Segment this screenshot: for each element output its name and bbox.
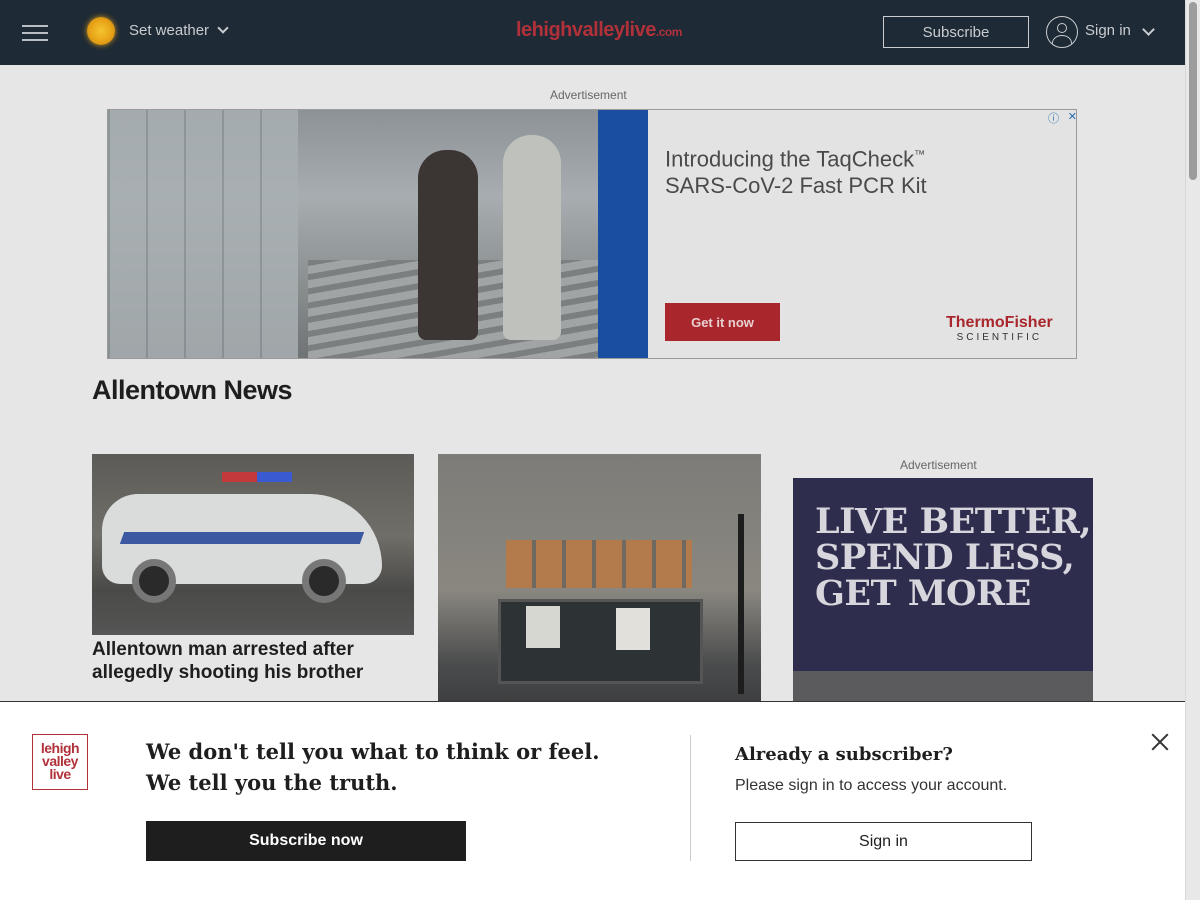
scrollbar-thumb[interactable] — [1189, 2, 1197, 180]
overlay-divider — [690, 735, 691, 861]
chevron-down-icon — [217, 22, 229, 34]
scrollbar[interactable] — [1185, 0, 1200, 900]
subscribe-button[interactable]: Subscribe — [883, 16, 1029, 48]
overlay-headline: We don't tell you what to think or feel.… — [146, 739, 600, 795]
ad-photo — [108, 110, 648, 358]
section-title: Allentown News — [92, 375, 293, 405]
already-subscriber-heading: Already a subscriber? — [735, 744, 953, 765]
logo-suffix: .com — [655, 25, 683, 39]
ad-headline: Introducing the TaqCheck™ SARS-CoV-2 Fas… — [665, 146, 927, 199]
logo-main: lehighvalleylive — [516, 19, 656, 41]
advertisement-label: Advertisement — [900, 458, 977, 472]
subscribe-overlay: lehigh valley live We don't tell you wha… — [0, 701, 1185, 900]
side-ad[interactable]: LIVE BETTER, SPEND LESS, GET MORE — [793, 478, 1093, 702]
set-weather-button[interactable]: Set weather — [129, 22, 229, 39]
page-content: Advertisement Introducing the TaqCheck™ … — [0, 65, 1185, 702]
sign-in-link[interactable]: Sign in — [1085, 22, 1131, 39]
chevron-down-icon[interactable] — [1142, 23, 1155, 36]
ad-choices-controls[interactable]: ⓘ ✕ — [1048, 110, 1077, 125]
top-ad-banner[interactable]: Introducing the TaqCheck™ SARS-CoV-2 Fas… — [107, 109, 1077, 359]
site-logo[interactable]: lehighvalleylive.com — [516, 19, 682, 42]
close-icon[interactable] — [1148, 730, 1172, 754]
ad-cta-button[interactable]: Get it now — [665, 303, 780, 341]
article-image-storefront[interactable] — [438, 454, 761, 701]
article-image-police-car[interactable] — [92, 454, 414, 635]
ad-close-icon[interactable]: ✕ — [1068, 110, 1077, 124]
ad-info-icon[interactable]: ⓘ — [1048, 110, 1059, 125]
hamburger-icon[interactable] — [22, 25, 48, 41]
set-weather-label: Set weather — [129, 22, 210, 39]
ad-brand-logo: ThermoFisher SCIENTIFIC — [946, 314, 1053, 344]
subscribe-now-button[interactable]: Subscribe now — [146, 821, 466, 861]
article-title[interactable]: Allentown man arrested after allegedly s… — [92, 638, 414, 684]
user-icon[interactable] — [1046, 16, 1078, 48]
side-ad-text: LIVE BETTER, SPEND LESS, GET MORE — [815, 501, 1092, 614]
overlay-logo: lehigh valley live — [32, 734, 88, 790]
advertisement-label: Advertisement — [550, 88, 627, 102]
sign-in-prompt: Please sign in to access your account. — [735, 777, 1008, 794]
overlay-sign-in-button[interactable]: Sign in — [735, 822, 1032, 861]
sun-icon[interactable] — [87, 17, 115, 45]
site-header: Set weather lehighvalleylive.com Subscri… — [0, 0, 1185, 65]
